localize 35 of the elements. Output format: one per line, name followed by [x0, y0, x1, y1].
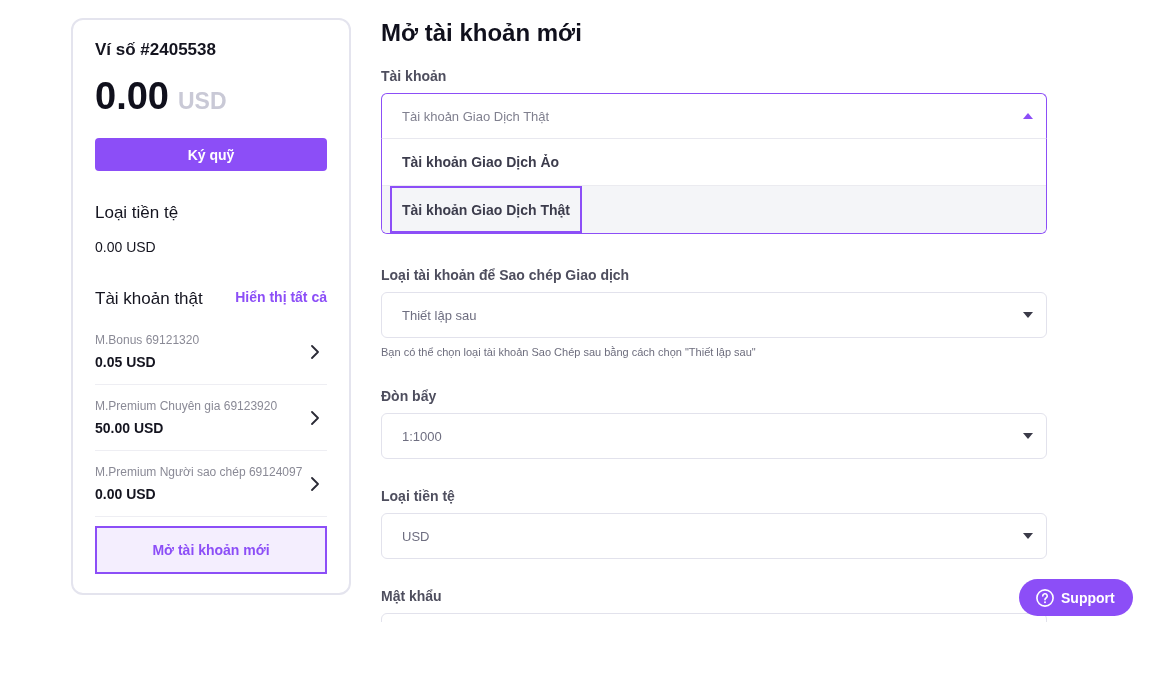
caret-down-icon — [1023, 312, 1033, 318]
account-balance: 0.00 USD — [95, 485, 156, 503]
account-name: M.Premium Chuyên gia 69123920 — [95, 398, 278, 414]
chevron-right-icon[interactable] — [311, 410, 319, 425]
field-label: Mật khẩu — [381, 587, 442, 605]
account-balance: 50.00 USD — [95, 419, 164, 437]
select-field[interactable]: 1:1000 — [381, 413, 1047, 459]
field-label: Đòn bẩy — [381, 387, 437, 405]
field-label: Loại tiền tệ — [381, 487, 455, 505]
field-label: Loại tài khoản để Sao chép Giao dịch — [381, 266, 630, 284]
section-title: Loại tiền tệ — [95, 202, 180, 224]
page-title: Mở tài khoản mới — [381, 18, 582, 48]
open-account-button[interactable]: Mở tài khoản mới — [95, 526, 327, 574]
show-all-link[interactable]: Hiển thị tất cả — [235, 288, 327, 306]
caret-up-icon — [1023, 113, 1033, 119]
caret-down-icon — [1023, 433, 1033, 439]
hint-text: Bạn có thể chọn loại tài khoản Sao Chép sau bằng cách chọn "Thiết lập sau" — [381, 345, 756, 359]
select-field[interactable]: Thiết lập sau — [381, 292, 1047, 338]
help-circle-icon — [1036, 588, 1054, 607]
support-button[interactable]: Support — [1019, 579, 1133, 616]
account-name: M.Premium Người sao chép 69124097 — [95, 464, 303, 480]
account-name: M.Bonus 69121320 — [95, 332, 200, 348]
caret-down-icon — [1023, 533, 1033, 539]
chevron-right-icon[interactable] — [311, 344, 319, 359]
section-title: Tài khoản thật — [95, 288, 203, 310]
chevron-right-icon[interactable] — [311, 476, 319, 491]
wallet-title: Ví số #2405538 — [95, 39, 217, 61]
currency-balance: 0.00 USD — [95, 238, 157, 256]
account-balance: 0.05 USD — [95, 353, 156, 371]
deposit-button[interactable]: Ký quỹ — [95, 138, 327, 171]
balance-amount: 0.00 — [95, 74, 169, 118]
select-field[interactable]: USD — [381, 513, 1047, 559]
select-field[interactable]: Tài khoản Giao Dịch Thật — [381, 93, 1047, 139]
dropdown-option[interactable]: Tài khoản Giao Dịch Thật — [382, 186, 1046, 233]
field-label: Tài khoản — [381, 67, 447, 85]
